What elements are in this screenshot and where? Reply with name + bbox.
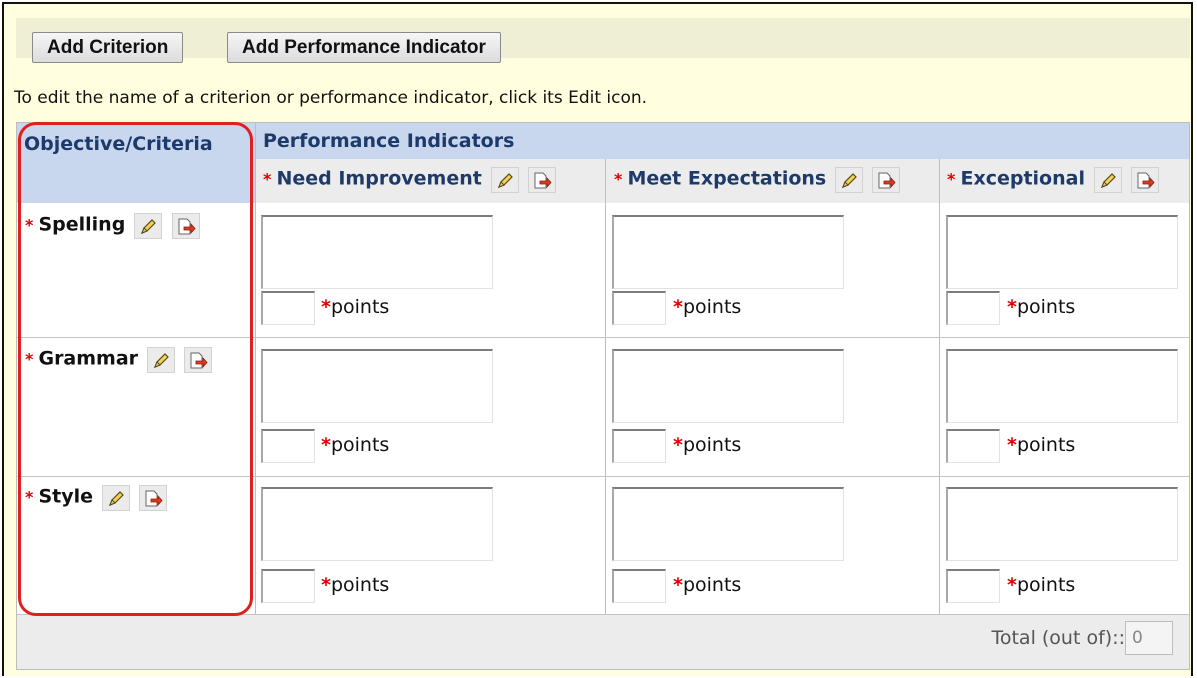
criterion-label: Spelling (38, 213, 126, 236)
edit-icon[interactable] (490, 167, 519, 193)
edit-icon[interactable] (134, 213, 163, 239)
points-input[interactable] (946, 429, 1000, 463)
required-marker: * (321, 296, 331, 318)
level-header-exceptional: * Exceptional (940, 159, 1189, 203)
points-input[interactable] (946, 569, 1000, 603)
criterion-grammar: * Grammar (25, 347, 213, 373)
required-marker: * (263, 169, 272, 189)
points-label: points (330, 574, 390, 596)
delete-icon[interactable] (139, 485, 168, 511)
add-criterion-button[interactable]: Add Criterion (32, 32, 184, 63)
total-points-field[interactable] (1125, 621, 1173, 655)
points-label: points (682, 574, 742, 596)
points-input[interactable] (612, 429, 666, 463)
toolbar (16, 18, 1190, 58)
level-label: Meet Expectations (627, 167, 827, 190)
description-textarea[interactable] (612, 215, 844, 289)
required-marker: * (1007, 434, 1017, 456)
table-footer: Total (out of):: (17, 615, 1189, 669)
level-header-need-improvement: * Need Improvement (255, 159, 605, 203)
rubric-table: Objective/Criteria Performance Indicator… (16, 122, 1190, 670)
level-header-meet-expectations: * Meet Expectations (606, 159, 939, 203)
points-label: points (682, 296, 742, 318)
criteria-header-cell: Objective/Criteria (17, 123, 255, 203)
points-input[interactable] (261, 429, 315, 463)
points-input[interactable] (946, 291, 1000, 325)
description-textarea[interactable] (612, 349, 844, 423)
column-divider (939, 159, 940, 615)
description-textarea[interactable] (946, 215, 1178, 289)
required-marker: * (25, 487, 34, 507)
row-divider (17, 337, 1189, 338)
delete-icon[interactable] (171, 213, 200, 239)
description-textarea[interactable] (261, 349, 493, 423)
required-marker: * (25, 349, 34, 369)
points-input[interactable] (612, 291, 666, 325)
instruction-text: To edit the name of a criterion or perfo… (14, 88, 648, 108)
indicators-header-cell: Performance Indicators (255, 123, 1189, 159)
criterion-style: * Style (25, 485, 168, 511)
criterion-label: Style (38, 485, 94, 508)
description-textarea[interactable] (612, 487, 844, 561)
points-label: points (1016, 434, 1076, 456)
add-performance-indicator-button[interactable]: Add Performance Indicator (227, 32, 501, 63)
description-textarea[interactable] (946, 487, 1178, 561)
points-label: points (1016, 296, 1076, 318)
description-textarea[interactable] (261, 215, 493, 289)
total-label: Total (out of):: (991, 627, 1125, 649)
required-marker: * (614, 169, 623, 189)
points-label: points (682, 434, 742, 456)
delete-icon[interactable] (528, 167, 557, 193)
criterion-label: Grammar (38, 347, 139, 370)
required-marker: * (673, 574, 683, 596)
edit-icon[interactable] (1094, 167, 1123, 193)
level-label: Exceptional (960, 167, 1085, 190)
required-marker: * (947, 169, 956, 189)
required-marker: * (25, 215, 34, 235)
delete-icon[interactable] (184, 347, 213, 373)
description-textarea[interactable] (261, 487, 493, 561)
points-label: points (330, 434, 390, 456)
column-divider (605, 159, 606, 615)
column-divider (255, 123, 256, 615)
required-marker: * (1007, 296, 1017, 318)
required-marker: * (673, 296, 683, 318)
row-divider (17, 476, 1189, 477)
required-marker: * (321, 434, 331, 456)
points-label: points (1016, 574, 1076, 596)
delete-icon[interactable] (1131, 167, 1160, 193)
level-label: Need Improvement (276, 167, 482, 190)
points-input[interactable] (261, 291, 315, 325)
points-input[interactable] (261, 569, 315, 603)
edit-icon[interactable] (147, 347, 176, 373)
criteria-header: Objective/Criteria (24, 133, 213, 155)
required-marker: * (673, 434, 683, 456)
required-marker: * (321, 574, 331, 596)
edit-icon[interactable] (835, 167, 864, 193)
required-marker: * (1007, 574, 1017, 596)
edit-icon[interactable] (102, 485, 131, 511)
delete-icon[interactable] (872, 167, 901, 193)
criterion-spelling: * Spelling (25, 213, 200, 239)
description-textarea[interactable] (946, 349, 1178, 423)
points-input[interactable] (612, 569, 666, 603)
points-label: points (330, 296, 390, 318)
indicators-header: Performance Indicators (263, 130, 515, 152)
